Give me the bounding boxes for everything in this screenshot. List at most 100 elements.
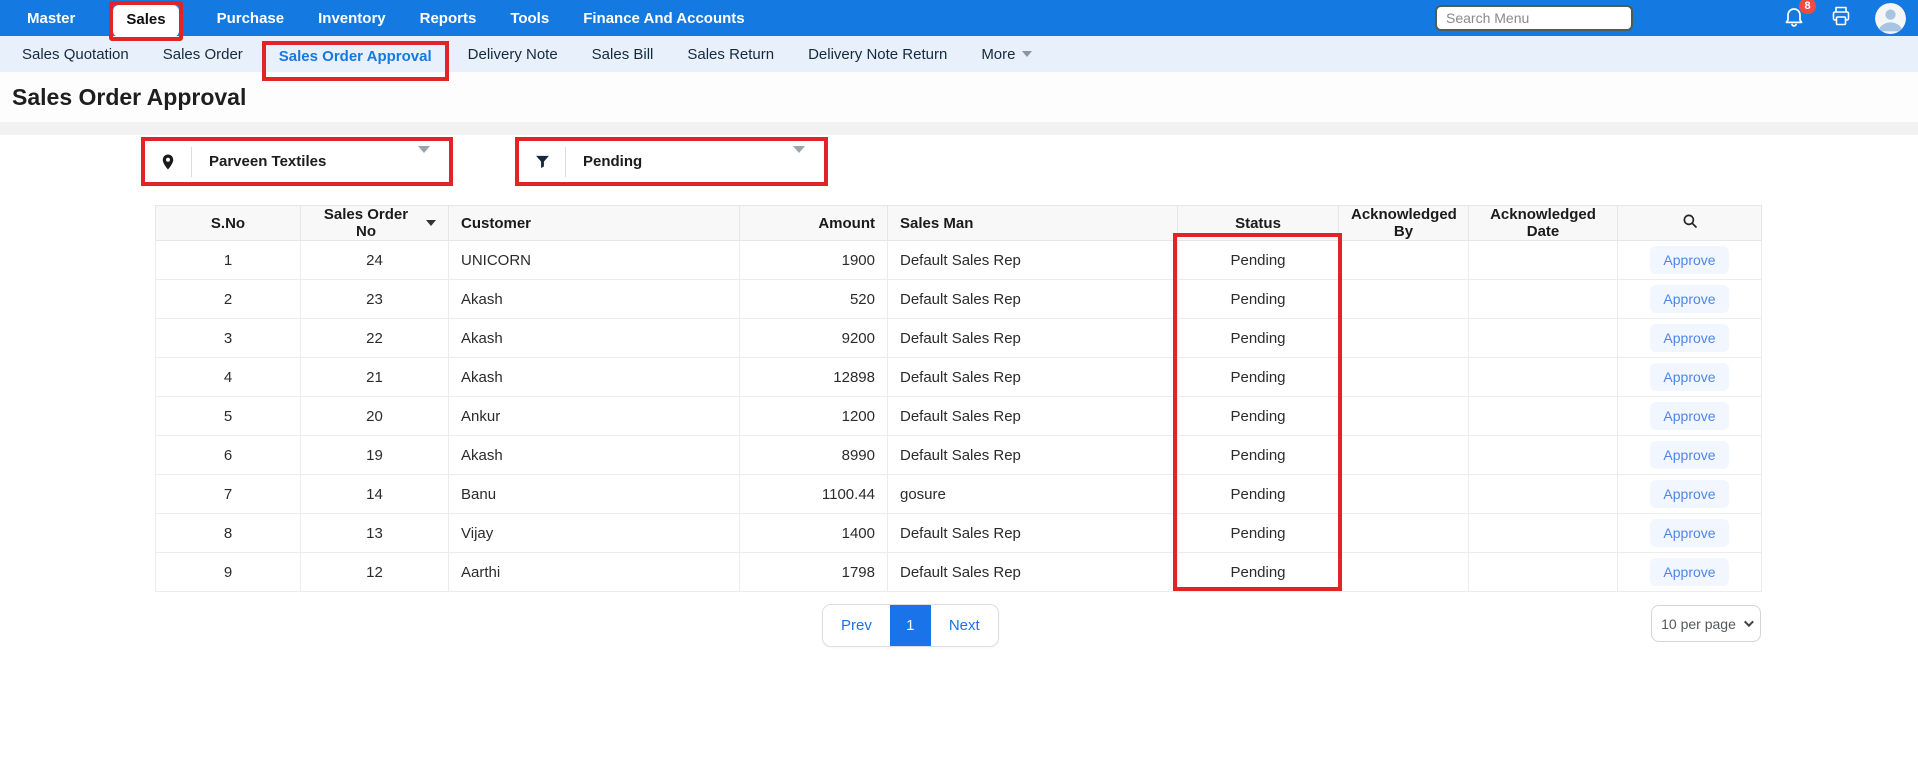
cell-acknowledged-by — [1339, 436, 1469, 475]
subnav-item-delivery-note[interactable]: Delivery Note — [451, 46, 575, 63]
nav-item-reports[interactable]: Reports — [420, 10, 477, 27]
cell-customer: Vijay — [449, 514, 740, 553]
annotation-box-status-filter: Pending — [515, 137, 828, 186]
approve-button[interactable]: Approve — [1650, 363, 1728, 391]
cell-acknowledged-date — [1469, 436, 1618, 475]
location-icon — [145, 153, 191, 171]
cell-status: Pending — [1178, 475, 1339, 514]
cell-amount: 1798 — [740, 553, 888, 592]
subnav-item-sales-bill[interactable]: Sales Bill — [575, 46, 671, 63]
pagination-page-1-button[interactable]: 1 — [890, 605, 931, 646]
cell-amount: 8990 — [740, 436, 888, 475]
nav-item-sales[interactable]: Sales — [113, 5, 178, 37]
approve-button[interactable]: Approve — [1650, 441, 1728, 469]
cell-order-no: 20 — [301, 397, 449, 436]
subnav-item-sales-order-approval[interactable]: Sales Order Approval — [279, 48, 432, 65]
approve-button[interactable]: Approve — [1650, 246, 1728, 274]
cell-acknowledged-date — [1469, 475, 1618, 514]
cell-sales-man: Default Sales Rep — [888, 436, 1178, 475]
cell-sales-man: Default Sales Rep — [888, 358, 1178, 397]
cell-sno: 1 — [156, 241, 301, 280]
cell-sno: 4 — [156, 358, 301, 397]
table-row: 4 21 Akash 12898 Default Sales Rep Pendi… — [156, 358, 1762, 397]
subnav-item-more[interactable]: More — [964, 46, 1048, 63]
table-row: 2 23 Akash 520 Default Sales Rep Pending… — [156, 280, 1762, 319]
cell-status: Pending — [1178, 436, 1339, 475]
chevron-down-icon — [1022, 51, 1032, 57]
subnav-item-sales-order[interactable]: Sales Order — [146, 46, 260, 63]
orders-table-container: S.No Sales Order No Customer Amount Sale… — [155, 205, 1761, 592]
cell-sales-man: Default Sales Rep — [888, 280, 1178, 319]
chevron-down-icon[interactable] — [418, 153, 430, 171]
nav-item-inventory[interactable]: Inventory — [318, 10, 386, 27]
approve-button[interactable]: Approve — [1650, 285, 1728, 313]
pagination-next-button[interactable]: Next — [931, 605, 998, 646]
navbar-icons: 8 — [1781, 3, 1918, 34]
table-row: 5 20 Ankur 1200 Default Sales Rep Pendin… — [156, 397, 1762, 436]
cell-status: Pending — [1178, 280, 1339, 319]
notification-badge: 8 — [1799, 0, 1816, 14]
cell-order-no: 14 — [301, 475, 449, 514]
cell-order-no: 24 — [301, 241, 449, 280]
cell-acknowledged-date — [1469, 241, 1618, 280]
per-page-select[interactable]: 10 per page — [1651, 605, 1761, 642]
company-filter-select[interactable]: Parveen Textiles — [192, 153, 418, 170]
per-page-value: 10 per page — [1661, 616, 1736, 632]
cell-sno: 5 — [156, 397, 301, 436]
table-row: 7 14 Banu 1100.44 gosure Pending Approve — [156, 475, 1762, 514]
cell-amount: 1200 — [740, 397, 888, 436]
cell-status: Pending — [1178, 514, 1339, 553]
nav-item-master[interactable]: Master — [27, 10, 75, 27]
chevron-down-icon — [1744, 617, 1754, 627]
approve-button[interactable]: Approve — [1650, 324, 1728, 352]
cell-customer: Akash — [449, 280, 740, 319]
pagination-prev-button[interactable]: Prev — [823, 605, 890, 646]
cell-amount: 1400 — [740, 514, 888, 553]
header-sno: S.No — [156, 206, 301, 241]
nav-item-tools[interactable]: Tools — [510, 10, 549, 27]
cell-acknowledged-by — [1339, 241, 1469, 280]
cell-action: Approve — [1618, 397, 1762, 436]
approve-button[interactable]: Approve — [1650, 480, 1728, 508]
annotation-box-company-filter: Parveen Textiles — [141, 137, 453, 186]
approve-button[interactable]: Approve — [1650, 519, 1728, 547]
cell-acknowledged-date — [1469, 358, 1618, 397]
filter-icon — [519, 153, 565, 170]
header-acknowledged-date: Acknowledged Date — [1469, 206, 1618, 241]
table-header-row: S.No Sales Order No Customer Amount Sale… — [156, 206, 1762, 241]
approve-button[interactable]: Approve — [1650, 558, 1728, 586]
cell-acknowledged-date — [1469, 280, 1618, 319]
subnav-item-sales-quotation[interactable]: Sales Quotation — [5, 46, 146, 63]
header-search[interactable] — [1618, 206, 1762, 241]
top-navbar: Master Sales Purchase Inventory Reports … — [0, 0, 1918, 36]
header-customer: Customer — [449, 206, 740, 241]
header-sales-order-no[interactable]: Sales Order No — [301, 206, 449, 241]
cell-amount: 9200 — [740, 319, 888, 358]
status-filter-select[interactable]: Pending — [566, 153, 793, 170]
search-menu-input[interactable] — [1435, 5, 1633, 31]
subnav-item-delivery-note-return[interactable]: Delivery Note Return — [791, 46, 964, 63]
cell-action: Approve — [1618, 358, 1762, 397]
cell-amount: 12898 — [740, 358, 888, 397]
cell-customer: Akash — [449, 319, 740, 358]
header-acknowledged-by: Acknowledged By — [1339, 206, 1469, 241]
cell-acknowledged-by — [1339, 553, 1469, 592]
nav-item-finance-and-accounts[interactable]: Finance And Accounts — [583, 10, 744, 27]
cell-sales-man: Default Sales Rep — [888, 397, 1178, 436]
cell-customer: UNICORN — [449, 241, 740, 280]
cell-status: Pending — [1178, 241, 1339, 280]
cell-customer: Banu — [449, 475, 740, 514]
print-button[interactable] — [1828, 5, 1854, 31]
sales-order-approval-table: S.No Sales Order No Customer Amount Sale… — [155, 205, 1762, 592]
table-body: 1 24 UNICORN 1900 Default Sales Rep Pend… — [156, 241, 1762, 592]
user-avatar[interactable] — [1875, 3, 1906, 34]
cell-customer: Ankur — [449, 397, 740, 436]
notifications-button[interactable]: 8 — [1781, 5, 1807, 31]
cell-order-no: 13 — [301, 514, 449, 553]
approve-button[interactable]: Approve — [1650, 402, 1728, 430]
cell-customer: Aarthi — [449, 553, 740, 592]
cell-sno: 6 — [156, 436, 301, 475]
nav-item-purchase[interactable]: Purchase — [217, 10, 285, 27]
chevron-down-icon[interactable] — [793, 153, 805, 171]
subnav-item-sales-return[interactable]: Sales Return — [670, 46, 791, 63]
